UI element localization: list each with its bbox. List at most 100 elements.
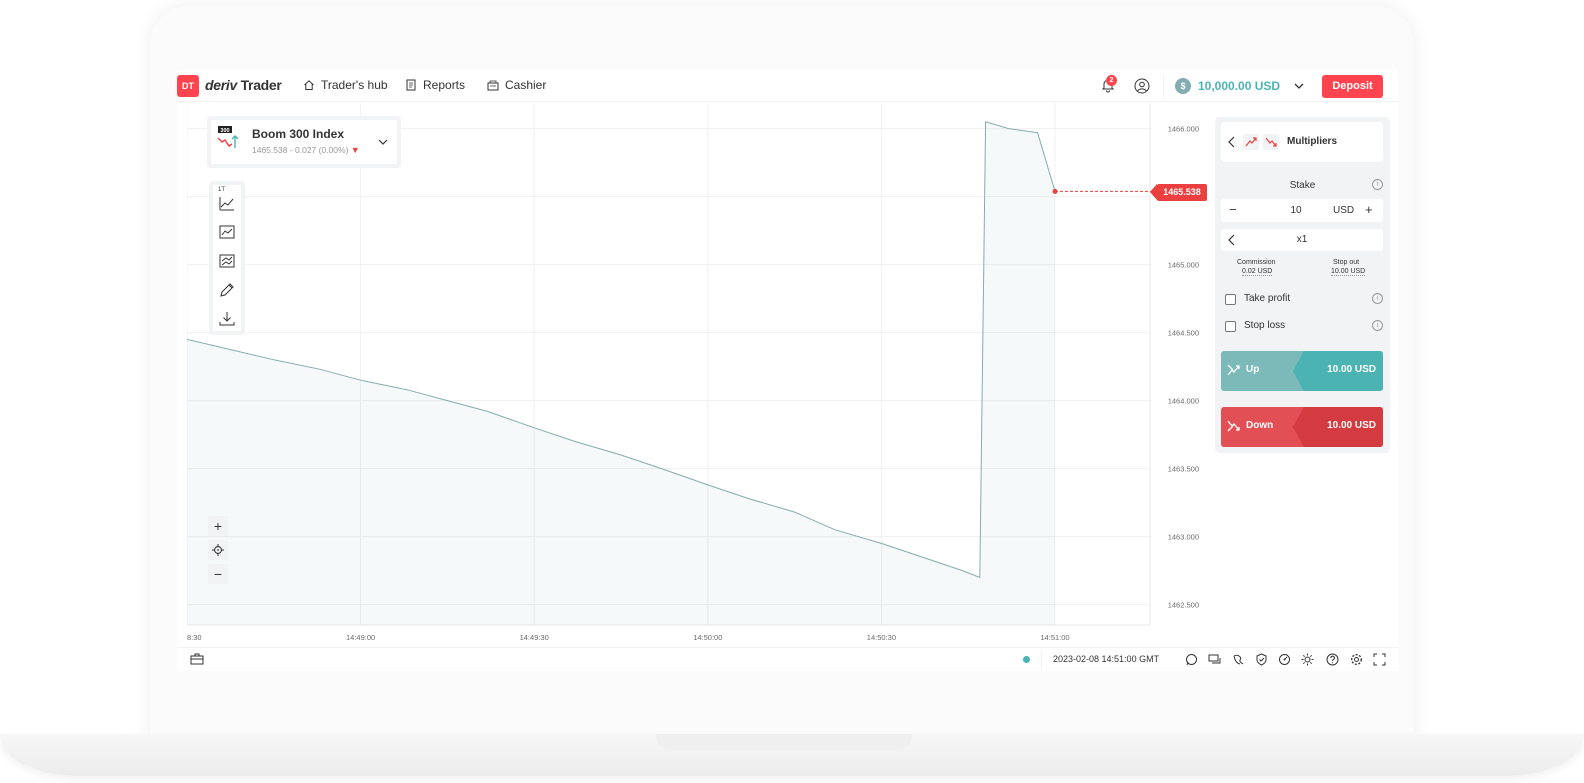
current-price-tag: 1465.538 xyxy=(1150,184,1207,201)
info-icon[interactable]: i xyxy=(1372,320,1383,331)
settings-icon[interactable] xyxy=(1350,653,1363,666)
stake-label: Stake xyxy=(1289,180,1316,191)
chevron-down-icon[interactable] xyxy=(377,136,389,148)
take-profit-label[interactable]: Take profit xyxy=(1244,293,1290,304)
boom-index-icon: 300 xyxy=(217,126,239,148)
laptop-notch xyxy=(656,734,912,750)
y-tick-label: 1463.500 xyxy=(1168,465,1199,474)
market-name: Boom 300 Index xyxy=(252,127,345,141)
portfolio-icon[interactable] xyxy=(190,652,204,666)
logo-text[interactable]: deriv Trader xyxy=(205,77,282,93)
x-tick-label: 14:48:30 xyxy=(187,633,202,642)
market-price: 1465.538 - 0.027 (0.00%) ▼ xyxy=(252,145,360,155)
x-tick-label: 14:50:30 xyxy=(867,633,896,642)
whatsapp-icon[interactable] xyxy=(1185,653,1198,666)
trade-type-label: Multipliers xyxy=(1287,136,1338,147)
take-profit-checkbox[interactable] xyxy=(1225,294,1236,305)
stake-decrease-button[interactable]: − xyxy=(1229,202,1237,217)
help-icon[interactable] xyxy=(1326,653,1339,666)
commission-value[interactable]: 0.02 USD xyxy=(1242,268,1273,276)
y-tick-label: 1462.500 xyxy=(1168,601,1199,610)
price-chart[interactable]: 1466.0001465.5001465.0001464.5001464.000… xyxy=(187,103,1217,643)
info-icon[interactable]: i xyxy=(1372,179,1383,190)
y-tick-label: 1465.000 xyxy=(1168,261,1199,270)
stake-field[interactable]: − 10 USD + xyxy=(1221,199,1383,222)
nav-cashier[interactable]: Cashier xyxy=(487,78,546,92)
account-icon[interactable] xyxy=(1134,78,1150,94)
deposit-button[interactable]: Deposit xyxy=(1322,75,1383,98)
logo-badge[interactable]: DT xyxy=(177,75,199,97)
series-area xyxy=(187,121,1055,626)
info-icon[interactable]: i xyxy=(1372,293,1383,304)
stop-loss-row: Stop loss i xyxy=(1221,314,1383,338)
currency-coin-icon: $ xyxy=(1175,78,1191,94)
market-selector[interactable]: 300 Boom 300 Index 1465.538 - 0.027 (0.0… xyxy=(207,116,401,168)
footer: 2023-02-08 14:51:00 GMT xyxy=(177,647,1398,671)
zoom-in-button[interactable]: + xyxy=(208,516,228,536)
down-amount: 10.00 USD xyxy=(1327,420,1376,431)
nav-reports[interactable]: Reports xyxy=(405,78,465,92)
network-status-icon[interactable] xyxy=(1278,653,1291,666)
x-tick-label: 14:49:30 xyxy=(520,633,549,642)
purchase-down-button[interactable]: Down 10.00 USD xyxy=(1221,407,1383,447)
nav-label: Cashier xyxy=(505,78,547,92)
reports-icon xyxy=(406,79,416,91)
take-profit-row: Take profit i xyxy=(1221,287,1383,311)
stake-increase-button[interactable]: + xyxy=(1365,202,1373,217)
x-tick-label: 14:51:00 xyxy=(1040,633,1069,642)
logo-brand: deriv xyxy=(205,77,237,93)
trend-down-icon xyxy=(1227,420,1240,432)
app-screen: DT deriv Trader Trader's hub Reports Cas… xyxy=(177,70,1398,671)
stake-currency: USD xyxy=(1333,205,1355,216)
stopout-value[interactable]: 10.00 USD xyxy=(1331,268,1366,276)
zoom-out-button[interactable]: − xyxy=(208,564,228,584)
multiplier-up-icon xyxy=(1243,134,1259,150)
trade-params-panel: Multipliers Stake i − 10 USD + x1 Commis… xyxy=(1215,117,1390,453)
stop-loss-label[interactable]: Stop loss xyxy=(1244,320,1285,331)
header-divider xyxy=(1163,76,1164,98)
nav-traders-hub[interactable]: Trader's hub xyxy=(303,78,388,92)
y-tick-label: 1466.000 xyxy=(1168,125,1199,134)
footer-divider xyxy=(1041,651,1042,669)
chart-area[interactable]: 1466.0001465.5001465.0001464.5001464.000… xyxy=(187,103,1199,643)
crosshair-icon xyxy=(212,544,224,556)
chevron-left-icon[interactable] xyxy=(1227,136,1237,148)
header: DT deriv Trader Trader's hub Reports Cas… xyxy=(177,70,1398,102)
chevron-down-icon[interactable] xyxy=(1293,80,1305,92)
account-balance[interactable]: 10,000.00 USD xyxy=(1198,79,1280,93)
reset-zoom-button[interactable] xyxy=(208,540,228,560)
market-badge: 300 xyxy=(220,128,229,134)
up-amount: 10.00 USD xyxy=(1327,364,1376,375)
home-icon xyxy=(304,80,314,90)
multiplier-down-icon xyxy=(1263,134,1279,150)
y-tick-label: 1464.500 xyxy=(1168,329,1199,338)
chart-type-icon[interactable] xyxy=(218,194,236,212)
stake-value[interactable]: 10 xyxy=(1281,205,1311,216)
trade-type-selector[interactable]: Multipliers xyxy=(1221,122,1383,162)
price-down-icon: ▼ xyxy=(350,145,360,155)
x-tick-label: 14:50:00 xyxy=(693,633,722,642)
network-status-dot xyxy=(1023,656,1030,663)
cashier-icon xyxy=(487,80,499,91)
purchase-up-button[interactable]: Up 10.00 USD xyxy=(1221,351,1383,391)
commission-label: Commission xyxy=(1237,259,1276,266)
multiplier-selector[interactable]: x1 xyxy=(1221,229,1383,251)
regulations-icon[interactable] xyxy=(1255,653,1268,666)
chevron-left-icon[interactable] xyxy=(1227,234,1237,246)
drawing-tools-icon[interactable] xyxy=(218,281,236,299)
livechat-icon[interactable] xyxy=(1208,653,1221,666)
responsible-trading-icon[interactable] xyxy=(1232,653,1245,666)
comparison-icon[interactable] xyxy=(218,252,236,270)
download-icon[interactable] xyxy=(218,310,236,328)
nav-label: Trader's hub xyxy=(321,78,388,92)
market-price-line: 1465.538 - 0.027 (0.00%) xyxy=(252,145,349,155)
fullscreen-icon[interactable] xyxy=(1373,653,1386,666)
y-tick-label: 1463.000 xyxy=(1168,533,1199,542)
chart-toolbar: 1T xyxy=(209,181,245,335)
multiplier-value: x1 xyxy=(1296,234,1308,245)
indicators-icon[interactable] xyxy=(218,223,236,241)
theme-icon[interactable] xyxy=(1301,653,1314,666)
logo-product: Trader xyxy=(240,77,282,93)
trend-up-icon xyxy=(1227,364,1240,376)
stop-loss-checkbox[interactable] xyxy=(1225,321,1236,332)
